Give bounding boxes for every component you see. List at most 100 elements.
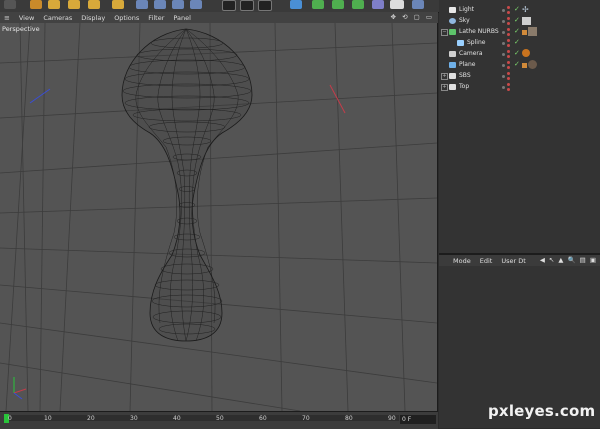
visibility-dots[interactable] <box>502 72 512 81</box>
viewport-scene <box>0 23 437 411</box>
object-name: Sky <box>459 17 470 24</box>
enabled-check-icon[interactable]: ✓ <box>514 60 520 68</box>
material-tag-icon[interactable] <box>522 60 542 70</box>
camera-icon[interactable] <box>390 0 404 9</box>
move-icon[interactable] <box>48 0 60 9</box>
attribute-tool-icons[interactable]: ◀ ↖ ▲ 🔍 ▤ ▣ <box>540 256 597 264</box>
object-row-camera[interactable]: Camera ✓ <box>439 49 600 60</box>
cube-icon[interactable] <box>290 0 302 9</box>
object-name: SBS <box>459 72 471 79</box>
deformer-icon[interactable] <box>352 0 364 9</box>
expand-toggle[interactable]: + <box>441 84 448 91</box>
menu-view[interactable]: View <box>19 14 34 22</box>
menu-edit[interactable]: Edit <box>480 257 493 265</box>
object-name: Lathe NURBS <box>459 28 499 35</box>
tick-label: 30 <box>130 415 138 422</box>
enabled-check-icon[interactable]: ✓ <box>514 27 520 35</box>
object-name: Spline <box>467 39 486 46</box>
current-frame-field[interactable]: 0 F <box>400 415 436 424</box>
tick-label: 50 <box>216 415 224 422</box>
scale-icon[interactable] <box>68 0 80 9</box>
visibility-dots[interactable] <box>502 28 512 37</box>
object-name: Plane <box>459 61 476 68</box>
y-axis-icon[interactable] <box>154 0 166 9</box>
menu-user-data[interactable]: User Dt <box>501 257 525 265</box>
perspective-viewport[interactable]: Perspective <box>0 23 438 411</box>
null-object-icon <box>449 73 456 79</box>
light-tag-icon[interactable]: ✢ <box>522 5 542 15</box>
toolbar-icon[interactable] <box>4 0 16 9</box>
viewport-label: Perspective <box>2 25 40 33</box>
plus-icon[interactable] <box>112 0 124 9</box>
object-name: Light <box>459 6 474 13</box>
enabled-check-icon[interactable]: ✓ <box>514 5 520 13</box>
array-icon[interactable] <box>332 0 344 9</box>
render-view-icon[interactable] <box>222 0 236 11</box>
menu-options[interactable]: Options <box>114 14 139 22</box>
scene-icon[interactable] <box>372 0 384 9</box>
object-row-sky[interactable]: Sky ✓ <box>439 16 600 27</box>
object-name: Camera <box>459 50 483 57</box>
viewport-nav-icons[interactable]: ✥ ⟲ ▢ ▭ <box>391 13 434 21</box>
tick-label: 70 <box>302 415 310 422</box>
lathe-vase-mesh <box>121 28 253 342</box>
menu-cameras[interactable]: Cameras <box>43 14 72 22</box>
tick-label: 40 <box>173 415 181 422</box>
light-icon[interactable] <box>412 0 424 9</box>
timeline-ticks: 0 10 20 30 40 50 60 70 80 90 <box>0 412 438 429</box>
viewport-menu-bar: ≡ View Cameras Display Options Filter Pa… <box>0 12 438 23</box>
object-name: Top <box>459 83 470 90</box>
tick-label: 80 <box>345 415 353 422</box>
light-object-icon <box>449 7 456 13</box>
object-manager: Light ✓ ✢ Sky ✓ − Lathe NURBS ✓ Spline ✓… <box>439 0 600 253</box>
x-axis-icon[interactable] <box>136 0 148 9</box>
tick-label: 90 <box>388 415 396 422</box>
menu-filter[interactable]: Filter <box>148 14 164 22</box>
object-row-spline[interactable]: Spline ✓ <box>439 38 600 49</box>
spline-object-icon <box>457 40 464 46</box>
attribute-menu-bar: Mode Edit User Dt ◀ ↖ ▲ 🔍 ▤ ▣ <box>439 255 600 266</box>
coordinate-system-icon[interactable] <box>190 0 202 9</box>
timeline[interactable]: 0 10 20 30 40 50 60 70 80 90 0 F <box>0 411 438 429</box>
nurbs-icon[interactable] <box>312 0 324 9</box>
visibility-dots[interactable] <box>502 6 512 15</box>
null-object-icon <box>449 84 456 90</box>
object-row-light[interactable]: Light ✓ ✢ <box>439 5 600 16</box>
material-tag-icon[interactable] <box>522 27 542 37</box>
object-row-plane[interactable]: Plane ✓ <box>439 60 600 71</box>
expand-toggle[interactable]: + <box>441 73 448 80</box>
plane-object-icon <box>449 62 456 68</box>
enabled-check-icon[interactable]: ✓ <box>514 49 520 57</box>
tick-label: 60 <box>259 415 267 422</box>
menu-mode[interactable]: Mode <box>453 257 471 265</box>
tick-label: 20 <box>87 415 95 422</box>
visibility-dots[interactable] <box>502 17 512 26</box>
protection-tag-icon[interactable] <box>522 49 542 59</box>
visibility-dots[interactable] <box>502 83 512 92</box>
visibility-dots[interactable] <box>502 50 512 59</box>
live-selection-icon[interactable] <box>30 0 42 9</box>
object-row-top[interactable]: + Top <box>439 82 600 93</box>
visibility-dots[interactable] <box>502 39 512 48</box>
enabled-check-icon[interactable]: ✓ <box>514 38 520 46</box>
rotate-icon[interactable] <box>88 0 100 9</box>
object-row-lathe-nurbs[interactable]: − Lathe NURBS ✓ <box>439 27 600 38</box>
visibility-dots[interactable] <box>502 61 512 70</box>
camera-frustum-blue <box>29 88 51 104</box>
enabled-check-icon[interactable]: ✓ <box>514 16 520 24</box>
collapse-toggle[interactable]: − <box>441 29 448 36</box>
menu-display[interactable]: Display <box>81 14 105 22</box>
sky-object-icon <box>449 18 456 24</box>
object-row-sbs[interactable]: + SBS <box>439 71 600 82</box>
tick-label: 10 <box>44 415 52 422</box>
viewport-menu-icon[interactable]: ≡ <box>4 14 10 22</box>
z-axis-icon[interactable] <box>172 0 184 9</box>
tick-label: 0 <box>8 415 12 422</box>
render-picture-viewer-icon[interactable] <box>240 0 254 11</box>
menu-panel[interactable]: Panel <box>173 14 191 22</box>
material-tag-icon[interactable] <box>522 16 542 26</box>
render-settings-icon[interactable] <box>258 0 272 11</box>
lathe-nurbs-icon <box>449 29 456 35</box>
camera-object-icon <box>449 51 456 57</box>
world-axis-gizmo <box>13 377 27 400</box>
